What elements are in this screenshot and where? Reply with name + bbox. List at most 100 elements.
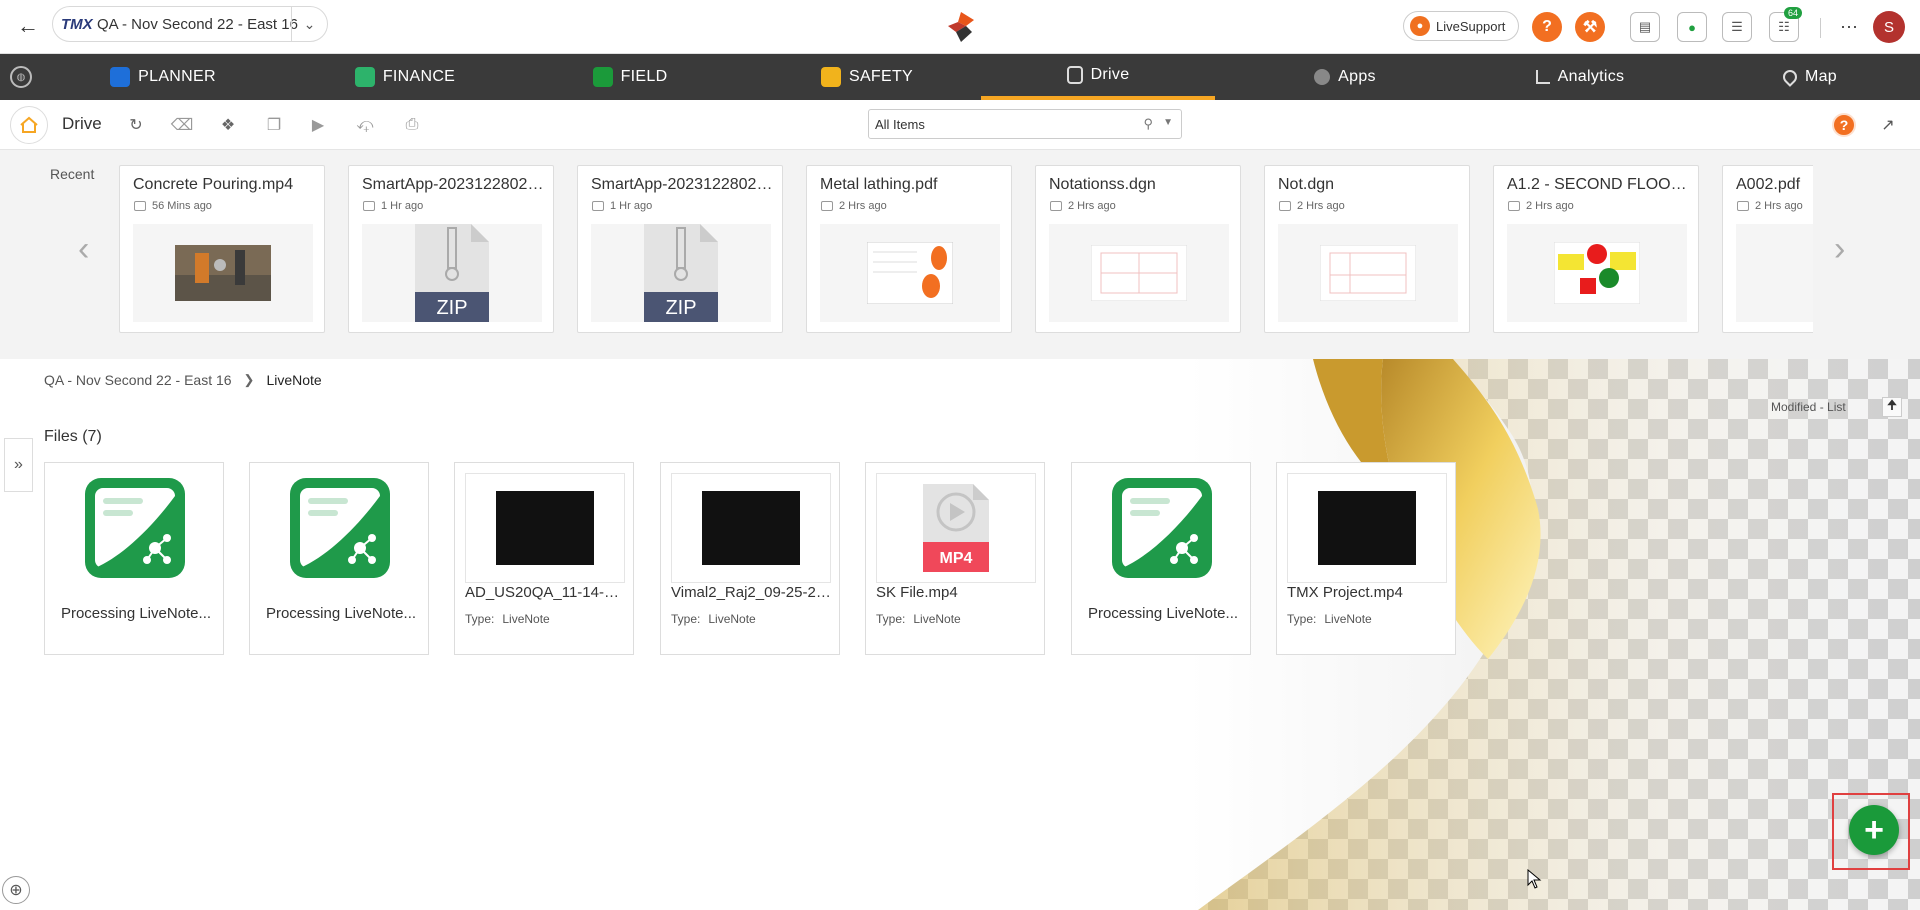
print-icon[interactable]: ⎙ bbox=[400, 113, 424, 137]
apps-grid-icon[interactable]: ⋯ bbox=[1834, 12, 1864, 42]
floor-plan-preview-icon bbox=[1554, 242, 1640, 304]
team-icon[interactable]: ● bbox=[1677, 12, 1707, 42]
search-icon[interactable]: ⚲ bbox=[1143, 116, 1153, 132]
back-arrow-icon[interactable]: ← bbox=[14, 12, 42, 40]
move-icon[interactable]: ❖ bbox=[216, 113, 240, 137]
help-icon[interactable]: ? bbox=[1532, 12, 1562, 42]
expand-sidebar-icon[interactable]: » bbox=[4, 438, 33, 492]
nav-map[interactable]: Map bbox=[1760, 54, 1860, 100]
top-bar: ← TMX QA - Nov Second 22 - East 16 ⌄ ● L… bbox=[0, 0, 1920, 54]
apps-icon bbox=[1314, 69, 1331, 85]
time-text: 2 Hrs ago bbox=[839, 200, 887, 212]
type-value: LiveNote bbox=[708, 612, 756, 626]
home-icon bbox=[20, 116, 38, 133]
file-card[interactable]: Processing LiveNote... bbox=[249, 462, 429, 655]
drive-toolbar: Drive ↻ ⌫ ❖ ❐ ▶ ⤽ ⎙ All Items ⚲ ▼ ? ↗ bbox=[0, 100, 1920, 150]
recent-card[interactable]: A002.pdf 2 Hrs ago bbox=[1722, 165, 1813, 333]
time-text: 2 Hrs ago bbox=[1297, 200, 1345, 212]
file-card[interactable]: Processing LiveNote... bbox=[44, 462, 224, 655]
recent-file-time: 1 Hr ago bbox=[363, 200, 423, 212]
home-button[interactable] bbox=[10, 106, 48, 144]
recent-card[interactable]: Not.dgn 2 Hrs ago bbox=[1264, 165, 1470, 333]
share-icon[interactable]: ⤽ bbox=[353, 113, 377, 137]
tools-icon[interactable]: ⚒ bbox=[1575, 12, 1605, 42]
nav-menu-icon[interactable]: ◍ bbox=[10, 66, 32, 88]
recent-file-name: Concrete Pouring.mp4 bbox=[133, 176, 294, 193]
planner-icon bbox=[110, 67, 131, 87]
recent-card[interactable]: SmartApp-20231228020102.zip 1 Hr ago ZIP bbox=[577, 165, 783, 333]
checklist-icon[interactable]: ☰ bbox=[1722, 12, 1752, 42]
avatar[interactable]: S bbox=[1873, 11, 1905, 43]
recent-file-time: 2 Hrs ago bbox=[1279, 200, 1345, 212]
refresh-icon[interactable]: ↻ bbox=[124, 113, 148, 137]
type-value: LiveNote bbox=[502, 612, 550, 626]
recent-card[interactable]: SmartApp-20231228020144.zip 1 Hr ago ZIP bbox=[348, 165, 554, 333]
file-card[interactable]: TMX Project.mp4 Type: LiveNote bbox=[1276, 462, 1456, 655]
delete-icon[interactable]: ⌫ bbox=[170, 113, 194, 137]
nav-safety-label: SAFETY bbox=[848, 68, 914, 85]
nav-apps[interactable]: Apps bbox=[1290, 54, 1400, 100]
sort-direction-icon[interactable]: 🠉 bbox=[1882, 397, 1902, 417]
nav-analytics[interactable]: Analytics bbox=[1510, 54, 1650, 100]
table-preview-icon bbox=[1778, 245, 1813, 301]
chevron-left-icon[interactable]: ‹ bbox=[78, 230, 89, 269]
files-heading: Files (7) bbox=[44, 428, 102, 445]
zip-file-icon: ZIP bbox=[644, 224, 718, 322]
file-type: Type: LiveNote bbox=[465, 612, 550, 626]
file-thumbnail bbox=[1507, 224, 1687, 322]
recent-card[interactable]: Metal lathing.pdf 2 Hrs ago bbox=[806, 165, 1012, 333]
help-icon[interactable]: ? bbox=[1832, 113, 1856, 137]
recent-card[interactable]: Notationss.dgn 2 Hrs ago bbox=[1035, 165, 1241, 333]
file-type: Type: LiveNote bbox=[671, 612, 756, 626]
clock-icon bbox=[1050, 201, 1062, 211]
chevron-right-icon[interactable]: › bbox=[1834, 230, 1845, 269]
file-thumbnail bbox=[1082, 473, 1242, 583]
document-icon[interactable]: ▤ bbox=[1630, 12, 1660, 42]
recent-file-time: 2 Hrs ago bbox=[1737, 200, 1803, 212]
nav-safety[interactable]: SAFETY bbox=[812, 54, 922, 100]
open-external-icon[interactable]: ↗ bbox=[1876, 113, 1900, 137]
breadcrumb: QA - Nov Second 22 - East 16 ❯ LiveNote bbox=[44, 372, 322, 388]
clock-icon bbox=[363, 201, 375, 211]
drawing-preview-icon bbox=[1091, 245, 1187, 301]
analytics-icon bbox=[1535, 70, 1550, 84]
add-button[interactable]: + bbox=[1849, 805, 1899, 855]
recent-card[interactable]: A1.2 - SECOND FLOOR PLAN.pdf 2 Hrs ago bbox=[1493, 165, 1699, 333]
file-card[interactable]: Processing LiveNote... bbox=[1071, 462, 1251, 655]
project-name: QA - Nov Second 22 - East 16 bbox=[97, 15, 298, 33]
file-name: Vimal2_Raj2_09-25-2023.mp4 bbox=[671, 584, 833, 601]
file-name: AD_US20QA_11-14-2023.mp4 bbox=[465, 584, 627, 601]
file-thumbnail bbox=[1278, 224, 1458, 322]
chevron-down-icon[interactable]: ▼ bbox=[1163, 117, 1173, 128]
live-support-button[interactable]: ● LiveSupport bbox=[1403, 11, 1519, 41]
file-card[interactable]: Vimal2_Raj2_09-25-2023.mp4 Type: LiveNote bbox=[660, 462, 840, 655]
play-icon[interactable]: ▶ bbox=[306, 113, 330, 137]
recent-card[interactable]: Concrete Pouring.mp4 56 Mins ago bbox=[119, 165, 325, 333]
file-card[interactable]: AD_US20QA_11-14-2023.mp4 Type: LiveNote bbox=[454, 462, 634, 655]
nav-finance[interactable]: FINANCE bbox=[340, 54, 470, 100]
nav-planner[interactable]: PLANNER bbox=[98, 54, 228, 100]
project-selector[interactable]: TMX QA - Nov Second 22 - East 16 ⌄ bbox=[52, 6, 328, 42]
nav-apps-label: Apps bbox=[1338, 68, 1376, 85]
nav-field-label: FIELD bbox=[620, 68, 668, 85]
filter-select[interactable]: All Items ⚲ ▼ bbox=[868, 109, 1182, 139]
breadcrumb-root[interactable]: QA - Nov Second 22 - East 16 bbox=[44, 372, 232, 388]
copy-icon[interactable]: ❐ bbox=[262, 113, 286, 137]
time-text: 2 Hrs ago bbox=[1068, 200, 1116, 212]
file-thumbnail bbox=[260, 473, 420, 583]
sort-label[interactable]: Modified - List bbox=[1771, 400, 1846, 414]
mp4-text: MP4 bbox=[940, 550, 973, 567]
add-circle-icon[interactable]: ⊕ bbox=[2, 876, 30, 904]
file-card[interactable]: MP4 SK File.mp4 Type: LiveNote bbox=[865, 462, 1045, 655]
nav-field[interactable]: FIELD bbox=[580, 54, 680, 100]
tmx-logo: TMX bbox=[61, 15, 93, 33]
recent-file-name: A1.2 - SECOND FLOOR PLAN.pdf bbox=[1507, 176, 1693, 193]
breadcrumb-current: LiveNote bbox=[266, 372, 322, 388]
chevron-down-icon[interactable]: ⌄ bbox=[291, 7, 327, 41]
cart-icon[interactable]: ☷ 64 bbox=[1769, 7, 1802, 42]
nav-drive[interactable]: Drive bbox=[981, 54, 1215, 100]
nav-finance-label: FINANCE bbox=[382, 68, 456, 85]
file-thumbnail bbox=[55, 473, 215, 583]
file-thumbnail bbox=[1049, 224, 1229, 322]
drawing-preview-icon bbox=[1320, 245, 1416, 301]
